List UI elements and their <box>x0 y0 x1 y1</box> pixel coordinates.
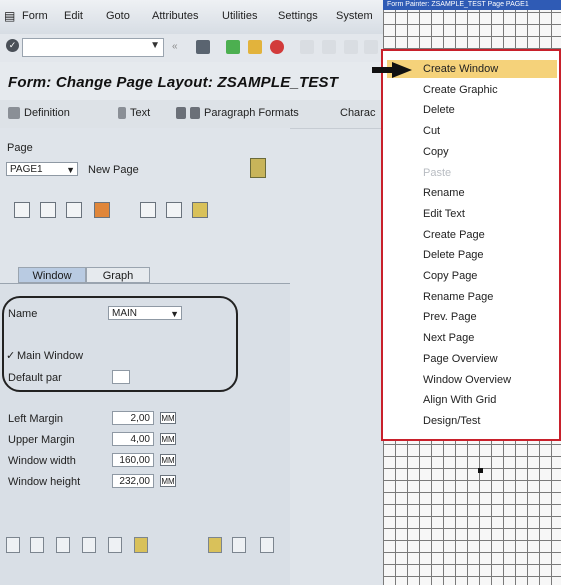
chevron-down-icon[interactable]: ▼ <box>170 307 179 321</box>
doc-icon-1[interactable] <box>6 537 20 553</box>
definition-icon <box>8 107 20 119</box>
main-window-checkbox[interactable]: ✓ <box>6 349 15 362</box>
chevron-down-icon[interactable]: ▼ <box>150 40 160 51</box>
first-page-icon[interactable] <box>140 202 156 218</box>
window-height-unit[interactable]: MM <box>160 475 176 487</box>
form-painter-title: Form Painter: ZSAMPLE_TEST Page PAGE1 <box>383 0 561 10</box>
print-icon[interactable] <box>300 40 314 54</box>
context-menu-item-paste: Paste <box>423 167 452 179</box>
window-width-label: Window width <box>8 455 76 467</box>
page-title: Form: Change Page Layout: ZSAMPLE_TEST <box>8 74 339 91</box>
doc-icon-7[interactable] <box>208 537 222 553</box>
name-label: Name <box>8 308 38 320</box>
menu-edit[interactable]: Edit <box>64 10 83 22</box>
text-icon <box>118 107 126 119</box>
page-icon-3[interactable] <box>66 202 82 218</box>
doc-icon-2[interactable] <box>30 537 44 553</box>
page-icon-4[interactable] <box>94 202 110 218</box>
application-toolbar: Definition Text Paragraph Formats Charac <box>0 100 383 129</box>
find-icon[interactable] <box>322 40 336 54</box>
arrow-pointer-icon <box>372 62 412 78</box>
tab-graph[interactable]: Graph <box>86 267 150 283</box>
doc-icon-3[interactable] <box>56 537 70 553</box>
context-menu-item-window-overview[interactable]: Window Overview <box>423 374 511 386</box>
upper-margin-unit[interactable]: MM <box>160 433 176 445</box>
context-menu-item-next-page[interactable]: Next Page <box>423 332 474 344</box>
first-page-icon[interactable] <box>344 40 358 54</box>
exit-icon[interactable] <box>248 40 262 54</box>
page-icon-1[interactable] <box>14 202 30 218</box>
context-menu-item-rename[interactable]: Rename <box>423 187 465 199</box>
context-menu-item-prev-page[interactable]: Prev. Page <box>423 311 477 323</box>
doc-icon-4[interactable] <box>82 537 96 553</box>
menu-icon[interactable]: ▤ <box>4 9 15 23</box>
doc-icon-5[interactable] <box>108 537 122 553</box>
page-icon-2[interactable] <box>40 202 56 218</box>
doc-icon-9[interactable] <box>260 537 274 553</box>
left-margin-unit[interactable]: MM <box>160 412 176 424</box>
save-icon[interactable] <box>196 40 210 54</box>
left-margin-label: Left Margin <box>8 413 64 425</box>
menu-form[interactable]: Form <box>22 10 48 22</box>
context-menu-item-cut[interactable]: Cut <box>423 125 440 137</box>
main-window-label: Main Window <box>17 350 84 362</box>
context-menu-item-delete-page[interactable]: Delete Page <box>423 249 484 261</box>
menu-utilities[interactable]: Utilities <box>222 10 257 22</box>
layout-icon[interactable] <box>192 202 208 218</box>
context-menu-item-design-test[interactable]: Design/Test <box>423 415 480 427</box>
upper-margin-field[interactable]: 4,00 <box>112 432 154 446</box>
back-icon[interactable] <box>226 40 240 54</box>
resize-handle[interactable] <box>478 468 483 473</box>
page-select[interactable]: PAGE1 ▼ <box>6 162 78 176</box>
text-button[interactable]: Text <box>118 107 150 119</box>
next-page-icon[interactable] <box>166 202 182 218</box>
context-menu-item-copy-page[interactable]: Copy Page <box>423 270 477 282</box>
context-menu-item-delete[interactable]: Delete <box>423 104 455 116</box>
command-field[interactable]: ▼ <box>22 38 164 57</box>
enter-icon[interactable]: ✓ <box>6 39 19 52</box>
context-menu-item-create-graphic[interactable]: Create Graphic <box>423 84 498 96</box>
menu-goto[interactable]: Goto <box>106 10 130 22</box>
context-menu-item-rename-page[interactable]: Rename Page <box>423 291 493 303</box>
pencil-icon <box>176 107 186 119</box>
left-margin-field[interactable]: 2,00 <box>112 411 154 425</box>
nav-separator-icon: « <box>172 41 178 52</box>
context-menu: Create Window Create Graphic Delete Cut Copy… <box>381 49 561 441</box>
new-page-label: New Page <box>88 164 139 176</box>
menu-attributes[interactable]: Attributes <box>152 10 198 22</box>
window-width-field[interactable]: 160,00 <box>112 453 154 467</box>
format-icon <box>190 107 200 119</box>
menu-system[interactable]: System <box>336 10 373 22</box>
window-height-label: Window height <box>8 476 81 488</box>
sap-window: ▤ Form Edit Goto Attributes Utilities Se… <box>0 0 383 585</box>
upper-margin-label: Upper Margin <box>8 434 75 446</box>
title-bar: Form: Change Page Layout: ZSAMPLE_TEST <box>0 62 383 100</box>
cancel-icon[interactable] <box>270 40 284 54</box>
default-par-label: Default par <box>8 372 62 384</box>
context-menu-item-edit-text[interactable]: Edit Text <box>423 208 465 220</box>
page-detail-icon[interactable] <box>250 158 266 178</box>
context-menu-item-copy[interactable]: Copy <box>423 146 449 158</box>
window-height-field[interactable]: 232,00 <box>112 474 154 488</box>
window-width-unit[interactable]: MM <box>160 454 176 466</box>
definition-button[interactable]: Definition <box>8 107 70 119</box>
window-name-select[interactable]: MAIN ▼ <box>108 306 182 320</box>
doc-icon-6[interactable] <box>134 537 148 553</box>
character-formats-button[interactable]: Charac <box>340 107 375 119</box>
chevron-down-icon[interactable]: ▼ <box>66 163 75 177</box>
paragraph-formats-button[interactable]: Paragraph Formats <box>176 107 299 119</box>
menu-bar: ▤ Form Edit Goto Attributes Utilities Se… <box>0 0 383 35</box>
context-menu-item-page-overview[interactable]: Page Overview <box>423 353 498 365</box>
menu-settings[interactable]: Settings <box>278 10 318 22</box>
context-menu-item-create-window[interactable]: Create Window <box>423 63 498 75</box>
default-paragraph-field[interactable] <box>112 370 130 384</box>
tab-window[interactable]: Window <box>18 267 86 283</box>
standard-toolbar: ✓ ▼ « <box>0 34 383 63</box>
context-menu-item-create-page[interactable]: Create Page <box>423 229 485 241</box>
page-label: Page <box>7 142 33 154</box>
context-menu-item-align-with-grid[interactable]: Align With Grid <box>423 394 496 406</box>
doc-icon-8[interactable] <box>232 537 246 553</box>
next-page-icon[interactable] <box>364 40 378 54</box>
